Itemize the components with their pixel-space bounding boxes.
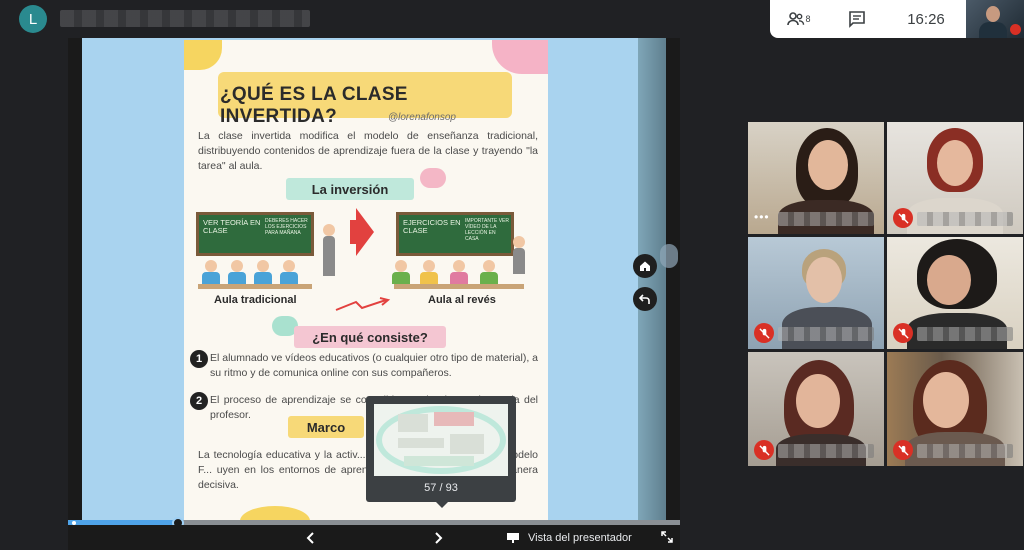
thumbnail-pointer <box>436 502 448 508</box>
section-consiste: ¿En qué consiste? <box>294 326 446 348</box>
chat-icon <box>849 11 865 28</box>
participants-count: 8 <box>805 14 811 24</box>
teacher-figure <box>510 236 528 276</box>
rewind-button[interactable] <box>633 287 657 311</box>
user-avatar[interactable]: L <box>19 5 47 33</box>
clock: 16:26 <box>907 10 945 28</box>
participant-name-blurred <box>917 327 1013 341</box>
participant-tile[interactable] <box>887 352 1023 466</box>
fullscreen-button[interactable] <box>658 528 676 546</box>
section-marco: Marco <box>288 416 364 438</box>
participant-name-blurred <box>778 212 874 226</box>
people-button[interactable]: 8 <box>770 0 828 38</box>
red-arrow-icon <box>356 208 374 256</box>
page-counter: 57 / 93 <box>424 482 458 494</box>
self-mic-muted-icon <box>1010 24 1021 35</box>
expand-icon <box>661 531 673 543</box>
point-1-text: El alumnado ve vídeos educativos (o cual… <box>210 352 539 379</box>
chevron-left-icon <box>306 532 314 544</box>
home-icon <box>640 261 650 271</box>
self-face <box>986 6 1000 22</box>
student-figure <box>280 260 298 286</box>
mic-off-icon <box>754 440 774 460</box>
mic-off-icon <box>893 323 913 343</box>
point-number-1: 1 <box>190 350 208 368</box>
board-right-main: EJERCICIOS EN CLASE <box>403 218 461 235</box>
blackboard-traditional: VER TEORÍA EN CLASE DEBERES HACER LOS EJ… <box>196 212 314 256</box>
student-figure <box>480 260 498 286</box>
slide-edge <box>638 38 666 520</box>
student-figure <box>228 260 246 286</box>
board-left-small: DEBERES HACER LOS EJERCICIOS PARA MAÑANA <box>265 218 308 236</box>
presentation-view: ¿QUÉ ES LA CLASE INVERTIDA? @lorenafonso… <box>68 38 680 550</box>
section-inversion: La inversión <box>286 178 414 200</box>
participant-name-blurred <box>778 327 874 341</box>
back-arrow-icon <box>639 294 650 304</box>
participant-tile[interactable] <box>748 237 884 349</box>
meeting-title-blurred <box>60 10 310 27</box>
participant-name-blurred <box>917 212 1013 226</box>
next-slide-button[interactable] <box>428 528 448 548</box>
top-controls: 8 16:26 <box>770 0 1024 38</box>
participant-tile[interactable] <box>748 352 884 466</box>
caption-flipped: Aula al revés <box>428 294 496 306</box>
intro-paragraph: La clase invertida modifica el modelo de… <box>198 130 538 172</box>
author-handle: @lorenafonsop <box>388 112 456 123</box>
previous-slide-button[interactable] <box>301 528 321 548</box>
board-left-main: VER TEORÍA EN CLASE <box>203 218 261 235</box>
more-options-icon[interactable]: ••• <box>754 210 770 224</box>
participant-tile[interactable] <box>887 122 1023 234</box>
student-figure <box>420 260 438 286</box>
point-number-2: 2 <box>190 392 208 410</box>
decor-pink-blob <box>492 40 548 74</box>
people-icon <box>787 12 805 26</box>
student-figure <box>202 260 220 286</box>
participant-name-blurred <box>778 444 874 458</box>
participant-name-blurred <box>917 444 1013 458</box>
chat-button[interactable] <box>828 0 886 38</box>
desk <box>394 284 524 289</box>
meet-window: L 8 16:26 ¿QUÉ ES LA CLASE INVERTIDA? @l… <box>0 0 1024 550</box>
presenter-view-label: Vista del presentador <box>528 532 632 544</box>
zigzag-arrow-icon <box>335 297 391 311</box>
caption-traditional: Aula tradicional <box>214 294 297 306</box>
thumbnail-image <box>374 404 508 476</box>
mic-off-icon <box>754 323 774 343</box>
teacher-figure <box>320 224 338 280</box>
home-button[interactable] <box>633 254 657 278</box>
decor-yellow-blob <box>184 40 222 70</box>
decor-pink-cloud <box>420 168 446 188</box>
blackboard-flipped: EJERCICIOS EN CLASE IMPORTANTE VER VÍDEO… <box>396 212 514 256</box>
slide-title: ¿QUÉ ES LA CLASE INVERTIDA? <box>220 84 408 127</box>
presenter-view-button[interactable]: Vista del presentador <box>506 528 632 548</box>
self-body <box>979 22 1007 38</box>
mic-off-icon <box>893 440 913 460</box>
mic-indicator-icon <box>660 244 678 268</box>
desk <box>198 284 312 289</box>
presenter-icon <box>507 533 519 543</box>
chevron-right-icon <box>435 532 443 544</box>
board-right-small: IMPORTANTE VER VÍDEO DE LA LECCIÓN EN CA… <box>465 218 509 242</box>
mic-off-icon <box>893 208 913 228</box>
student-figure <box>392 260 410 286</box>
slide-thumbnail-preview: 57 / 93 <box>366 396 516 502</box>
student-figure <box>254 260 272 286</box>
self-view-video[interactable] <box>966 0 1024 38</box>
decor-yellow-blob-bottom <box>240 506 310 520</box>
participant-tile[interactable]: ••• <box>748 122 884 234</box>
student-figure <box>450 260 468 286</box>
participant-tile[interactable] <box>887 237 1023 349</box>
